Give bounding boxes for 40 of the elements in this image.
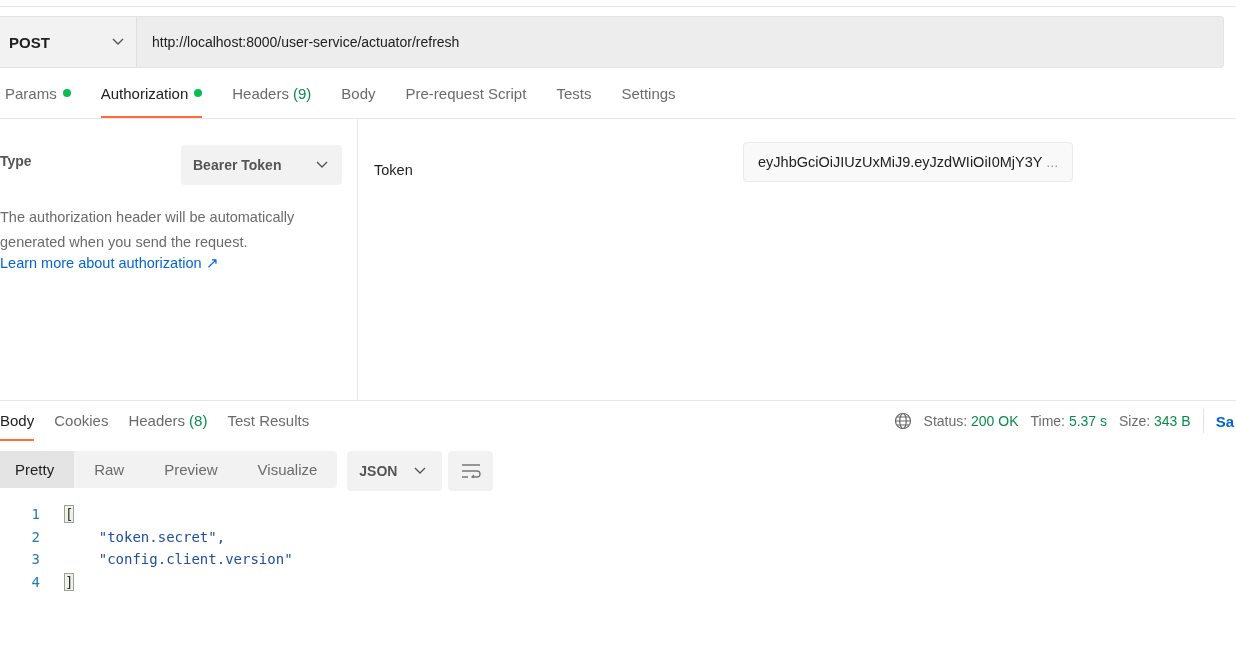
request-tab[interactable]: Tests [556,68,592,118]
line-number: 2 [30,528,41,545]
chevron-down-icon [316,161,328,169]
view-mode-tab[interactable]: Pretty [0,451,75,488]
wrap-lines-button[interactable] [448,451,494,491]
response-tab[interactable]: Headers (8) [128,401,208,441]
line-number: 4 [30,573,41,590]
token-field[interactable]: eyJhbGciOiJIUzUxMiJ9.eyJzdWIiOiI0MjY3Y ... [743,142,1074,182]
request-tab[interactable]: Settings [621,68,676,118]
auth-description: The authorization header will be automatically generated when you send the request. [0,208,296,252]
request-tab[interactable]: Authorization [100,68,203,118]
chevron-down-icon [414,467,427,475]
auth-type-dropdown[interactable]: Bearer Token [181,145,342,185]
response-tab[interactable]: Body [0,401,35,441]
line-number: 1 [30,506,41,523]
request-tab[interactable]: Body [341,68,376,118]
response-tab[interactable]: Test Results [227,401,310,441]
overflow-mark: ... [1046,154,1059,170]
request-tab[interactable]: Headers (9) [232,68,312,118]
request-tab[interactable]: Params [5,68,71,118]
format-dropdown[interactable]: JSON [347,451,443,491]
request-tab[interactable]: Pre-request Script [405,68,527,118]
response-stat: Time: 5.37 s [1030,413,1108,429]
view-mode-tab[interactable]: Raw [74,451,145,488]
response-tab[interactable]: Cookies [54,401,109,441]
line-number: 3 [30,551,41,568]
code-text: "config.client.version" [97,550,294,569]
learn-more-link[interactable]: Learn more about authorization ↗ [0,255,219,271]
code-text: [ [64,505,75,524]
view-mode-tab[interactable]: Preview [144,451,238,488]
type-label: Type [0,153,32,169]
code-text: "token.secret", [97,527,227,546]
response-stat: Status: 200 OK [923,413,1019,429]
globe-icon[interactable] [893,412,912,430]
save-link[interactable]: Sa [1215,412,1234,430]
wrap-lines-icon [460,464,481,478]
code-text: ] [64,572,75,591]
view-mode-tab[interactable]: Visualize [237,451,338,488]
token-label: Token [374,162,414,178]
response-stat: Size: 343 B [1119,413,1191,429]
